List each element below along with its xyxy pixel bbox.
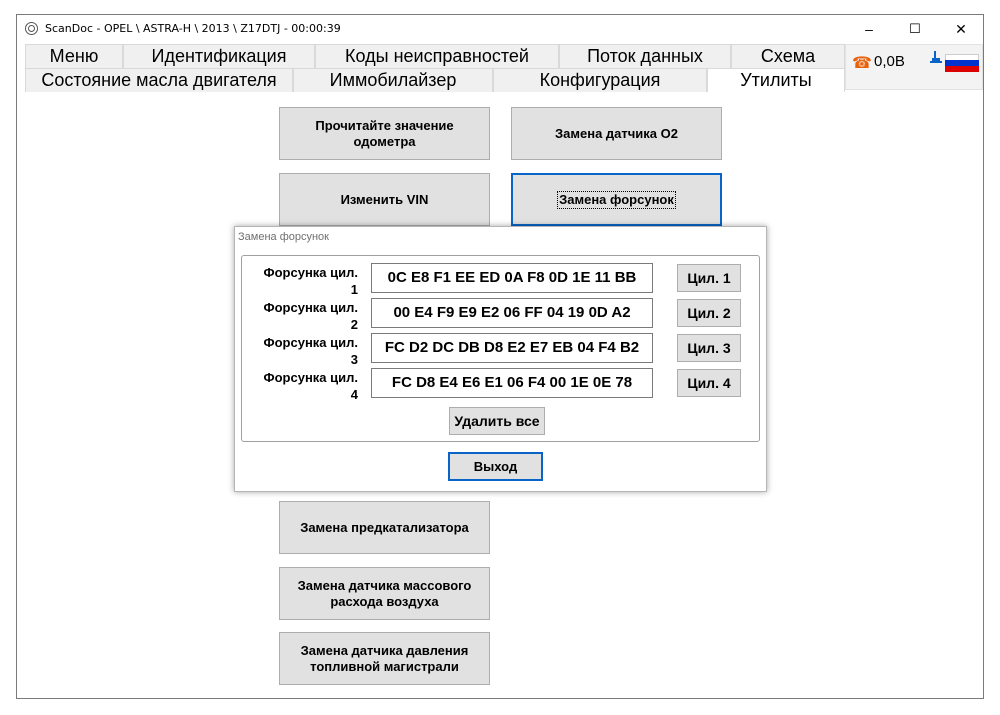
- injector-label-4-line1: Форсунка цил.: [263, 370, 359, 385]
- tab-menu[interactable]: Меню: [25, 44, 123, 68]
- injector-label-1-line1: Форсунка цил.: [263, 265, 359, 280]
- replace-injectors-label: Замена форсунок: [557, 190, 676, 209]
- replace-maf-sensor-button[interactable]: Замена датчика массового расхода воздуха: [279, 567, 490, 620]
- replace-fuel-pressure-sensor-button[interactable]: Замена датчика давления топливной магист…: [279, 632, 490, 685]
- cyl-2-button[interactable]: Цил. 2: [677, 299, 741, 327]
- dialog-title: Замена форсунок: [238, 231, 329, 243]
- phone-icon: ☎: [852, 55, 872, 72]
- close-button[interactable]: ✕: [938, 15, 984, 43]
- injector-label-1: Форсунка цил. 1: [242, 264, 359, 298]
- tab-fault-codes[interactable]: Коды неисправностей: [315, 44, 559, 68]
- injectors-group: Форсунка цил. 1 0C E8 F1 EE ED 0A F8 0D …: [241, 255, 760, 442]
- window-title: ScanDoc - OPEL \ ASTRA-H \ 2013 \ Z17DTJ…: [45, 22, 341, 35]
- injector-label-3-line1: Форсунка цил.: [263, 335, 359, 350]
- maximize-button[interactable]: ☐: [892, 15, 938, 43]
- replace-injectors-button[interactable]: Замена форсунок: [511, 173, 722, 226]
- tab-configuration[interactable]: Конфигурация: [493, 68, 707, 92]
- delete-all-button[interactable]: Удалить все: [449, 407, 545, 435]
- app-logo-icon: [25, 22, 38, 35]
- injector-code-field-3[interactable]: FC D2 DC DB D8 E2 E7 EB 04 F4 B2: [371, 333, 653, 363]
- title-bar: ScanDoc - OPEL \ ASTRA-H \ 2013 \ Z17DTJ…: [17, 15, 983, 43]
- tabs-row-1: Меню Идентификация Коды неисправностей П…: [25, 44, 845, 68]
- injector-replacement-dialog: Замена форсунок Форсунка цил. 1 0C E8 F1…: [234, 226, 767, 492]
- injector-label-2-line1: Форсунка цил.: [263, 300, 359, 315]
- language-flag-icon[interactable]: [945, 54, 979, 72]
- status-panel: ☎ 0,0В: [845, 44, 983, 90]
- injector-label-3-line2: 3: [350, 352, 358, 367]
- replace-precatalyst-button[interactable]: Замена предкатализатора: [279, 501, 490, 554]
- cyl-1-button[interactable]: Цил. 1: [677, 264, 741, 292]
- flag-stripe-red: [945, 66, 979, 72]
- tab-utilities[interactable]: Утилиты: [707, 68, 845, 92]
- cyl-4-button[interactable]: Цил. 4: [677, 369, 741, 397]
- plug-icon: [930, 51, 942, 63]
- injector-label-3: Форсунка цил. 3: [242, 334, 359, 368]
- injector-label-4: Форсунка цил. 4: [242, 369, 359, 403]
- injector-label-1-line2: 1: [350, 282, 358, 297]
- injector-code-field-1[interactable]: 0C E8 F1 EE ED 0A F8 0D 1E 11 BB: [371, 263, 653, 293]
- cyl-3-button[interactable]: Цил. 3: [677, 334, 741, 362]
- tab-scheme[interactable]: Схема: [731, 44, 845, 68]
- injector-code-field-4[interactable]: FC D8 E4 E6 E1 06 F4 00 1E 0E 78: [371, 368, 653, 398]
- tab-immobilizer[interactable]: Иммобилайзер: [293, 68, 493, 92]
- minimize-button[interactable]: –: [846, 15, 892, 43]
- tab-oil-condition[interactable]: Состояние масла двигателя: [25, 68, 293, 92]
- tab-data-stream[interactable]: Поток данных: [559, 44, 731, 68]
- exit-button[interactable]: Выход: [448, 452, 543, 481]
- tabs-row-2: Состояние масла двигателя Иммобилайзер К…: [25, 68, 845, 92]
- injector-label-4-line2: 4: [350, 387, 358, 402]
- injector-code-field-2[interactable]: 00 E4 F9 E9 E2 06 FF 04 19 0D A2: [371, 298, 653, 328]
- injector-label-2-line2: 2: [350, 317, 358, 332]
- read-odometer-button[interactable]: Прочитайте значение одометра: [279, 107, 490, 160]
- injector-label-2: Форсунка цил. 2: [242, 299, 359, 333]
- replace-o2-sensor-button[interactable]: Замена датчика O2: [511, 107, 722, 160]
- tab-identification[interactable]: Идентификация: [123, 44, 315, 68]
- change-vin-button[interactable]: Изменить VIN: [279, 173, 490, 226]
- voltage-readout: 0,0В: [874, 53, 905, 70]
